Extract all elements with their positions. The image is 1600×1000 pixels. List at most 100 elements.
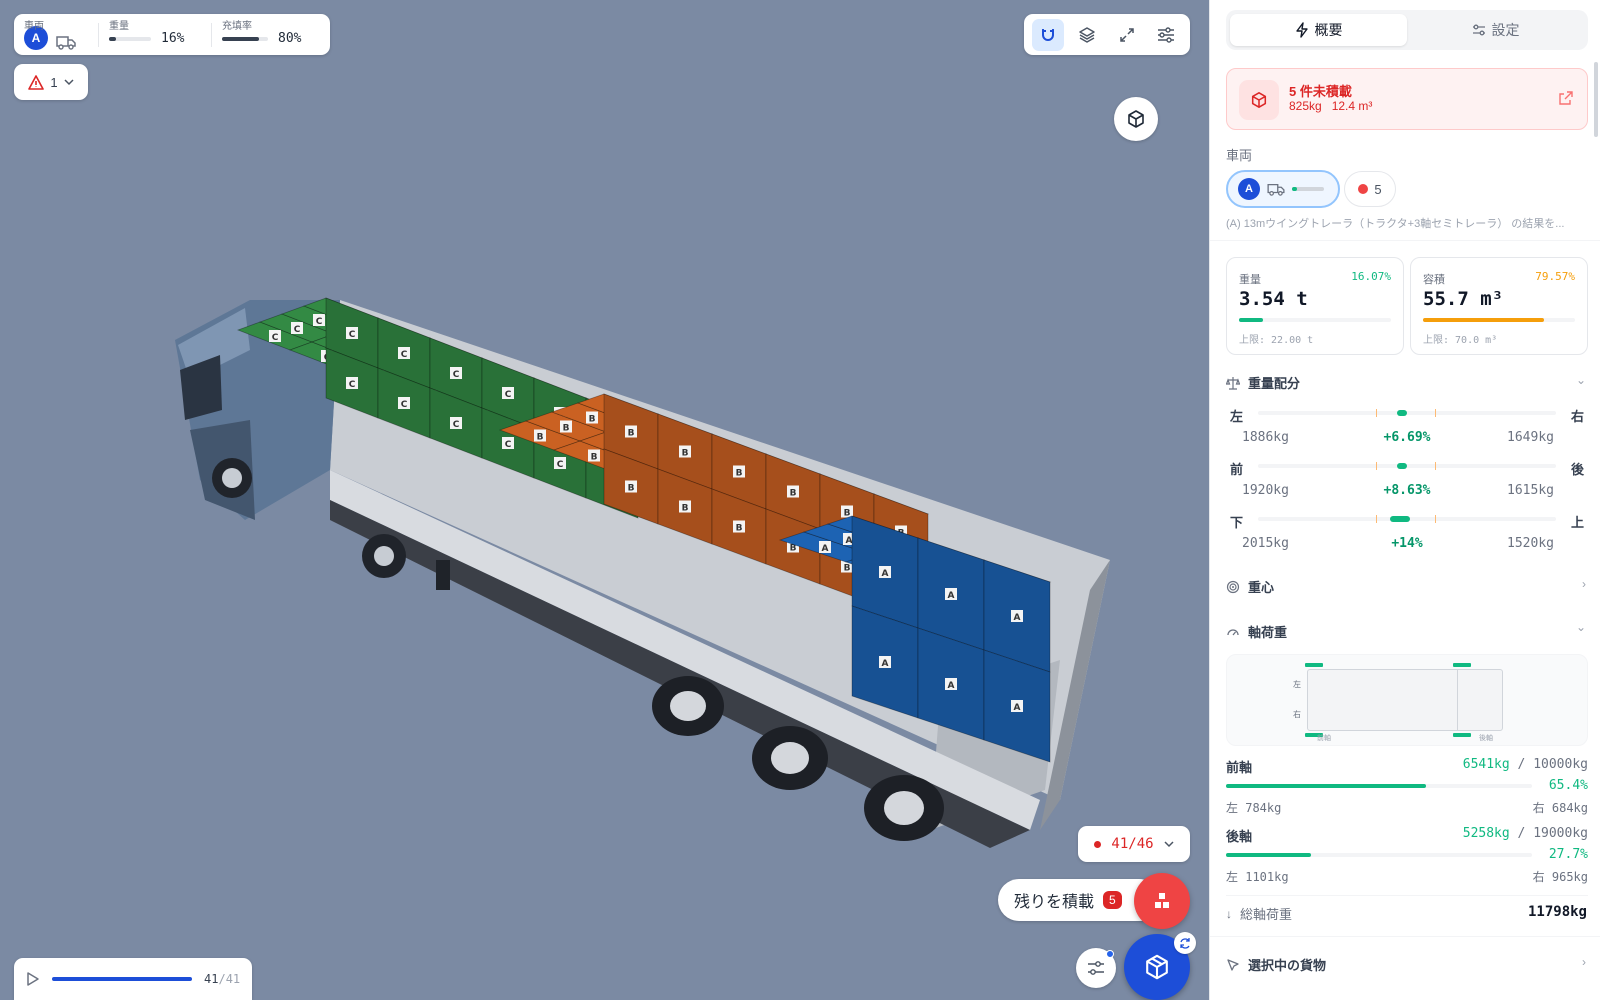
divider bbox=[98, 22, 99, 47]
gauge-icon bbox=[1227, 628, 1239, 635]
loaded-count: 41/46 bbox=[1111, 836, 1154, 852]
external-link-icon[interactable] bbox=[1559, 91, 1573, 105]
wd-indicator bbox=[1390, 516, 1410, 522]
cargo-label-text: B bbox=[682, 449, 689, 459]
cargo-label-text: B bbox=[628, 484, 635, 494]
cargo-label-text: A bbox=[1014, 613, 1021, 623]
front-wheel-hub bbox=[222, 468, 242, 488]
divider bbox=[1226, 895, 1588, 896]
warning-count: 1 bbox=[50, 74, 58, 90]
chevron-down-icon[interactable]: ⌄ bbox=[1576, 620, 1586, 634]
fill-rate-mini-fill bbox=[222, 37, 259, 41]
wd-right-value: 1615kg bbox=[1507, 483, 1554, 498]
view-cube-button[interactable] bbox=[1114, 97, 1158, 141]
weight-stat-percent: 16.07% bbox=[1351, 270, 1391, 283]
chevron-down-icon[interactable]: ⌄ bbox=[1576, 373, 1586, 387]
fill-rate-label: 充填率 bbox=[222, 21, 252, 32]
rear-axle-bar bbox=[1226, 853, 1532, 857]
chevron-right-icon[interactable]: › bbox=[1582, 955, 1586, 969]
axle-diagram: 左 右 前軸 後軸 bbox=[1226, 654, 1588, 746]
filter-active-dot bbox=[1106, 950, 1114, 958]
cargo-label-text: C bbox=[316, 317, 323, 327]
cargo-label-text: B bbox=[628, 429, 635, 439]
cargo-label-text: B bbox=[682, 504, 689, 514]
wd-tick bbox=[1435, 409, 1436, 417]
weight-label: 重量 bbox=[109, 21, 129, 32]
wd-tick bbox=[1435, 515, 1436, 523]
volume-stat-label: 容積 bbox=[1423, 274, 1445, 286]
wd-indicator bbox=[1397, 463, 1407, 469]
warnings-dropdown[interactable]: 1 bbox=[14, 64, 88, 100]
cargo-label-text: C bbox=[294, 325, 301, 335]
volume-stat-value: 55.7 m³ bbox=[1423, 288, 1504, 310]
weight-distribution-header[interactable]: 重量配分 bbox=[1226, 373, 1300, 392]
rear-axle-label: 後軸 bbox=[1226, 829, 1253, 844]
wd-tick bbox=[1376, 409, 1377, 417]
cargo-label-text: B bbox=[591, 453, 598, 463]
wd-indicator bbox=[1397, 410, 1407, 416]
filter-button[interactable] bbox=[1076, 948, 1116, 988]
front-left-wheel-marker bbox=[1305, 663, 1323, 667]
weight-distribution-row: 前 後 1920kg +8.63% 1615kg bbox=[1226, 459, 1588, 509]
weight-distribution-row: 左 右 1886kg +6.69% 1649kg bbox=[1226, 406, 1588, 456]
front-axle-right: 右 684kg bbox=[1532, 801, 1588, 815]
3d-viewport[interactable]: CCCCCCCCCCCCCCCCCCCCCCCCCCCCCCCCCCCCBBBB… bbox=[0, 0, 1209, 1000]
sliders-icon bbox=[1088, 961, 1104, 975]
target-icon bbox=[1226, 580, 1240, 593]
total-axle-label: 総軸荷重 bbox=[1240, 907, 1293, 922]
settings-sliders-button[interactable] bbox=[1150, 19, 1182, 51]
wd-right-value: 1649kg bbox=[1507, 430, 1554, 445]
refresh-badge[interactable] bbox=[1174, 932, 1196, 954]
chevron-right-icon[interactable]: › bbox=[1582, 577, 1586, 591]
playback-total: 41 bbox=[225, 972, 241, 986]
tab-settings-label: 設定 bbox=[1491, 22, 1520, 38]
remaining-count-badge: 5 bbox=[1103, 891, 1122, 909]
refresh-icon bbox=[1180, 938, 1190, 949]
cube-icon bbox=[1128, 110, 1144, 128]
unloaded-alert[interactable]: 5 件未積載 825kg 12.4 m³ bbox=[1226, 68, 1588, 130]
play-icon[interactable] bbox=[24, 971, 40, 987]
wd-track bbox=[1258, 409, 1556, 417]
truck-scene[interactable]: CCCCCCCCCCCCCCCCCCCCCCCCCCCCCCCCCCCCBBBB… bbox=[0, 0, 1209, 1000]
package-alert-icon bbox=[1239, 80, 1279, 120]
cargo-label-text: C bbox=[505, 390, 512, 400]
cargo-label-text: B bbox=[537, 433, 544, 443]
auto-pack-fab[interactable] bbox=[1124, 932, 1196, 1000]
cargo-label-text: B bbox=[736, 469, 743, 479]
panel-scrollbar[interactable] bbox=[1594, 62, 1598, 137]
layers-icon bbox=[1079, 26, 1095, 43]
loaded-count-dropdown[interactable]: 41/46 bbox=[1078, 826, 1190, 862]
divider bbox=[211, 22, 212, 47]
load-remaining-fab[interactable] bbox=[1134, 873, 1190, 929]
cargo-label-text: C bbox=[453, 370, 460, 380]
rear-right-wheel-marker bbox=[1453, 733, 1471, 737]
volume-stat-bar bbox=[1423, 318, 1575, 322]
rear-axle-sep: / bbox=[1517, 826, 1526, 841]
rear-axle-percent: 27.7% bbox=[1548, 847, 1588, 862]
wd-tick bbox=[1376, 462, 1377, 470]
unloaded-volume: 12.4 m³ bbox=[1331, 99, 1373, 113]
cargo-label-text: A bbox=[846, 536, 853, 546]
vehicle-chip-a[interactable]: A bbox=[1226, 170, 1340, 208]
status-dot bbox=[1094, 840, 1102, 848]
tab-overview[interactable]: 概要 bbox=[1230, 14, 1407, 46]
center-of-gravity-header[interactable]: 重心 bbox=[1226, 577, 1274, 596]
unloaded-chip[interactable]: 5 bbox=[1344, 171, 1396, 207]
warning-icon bbox=[28, 74, 45, 90]
playback-slider[interactable] bbox=[52, 977, 192, 981]
fill-rate-percent: 80% bbox=[278, 31, 302, 46]
cargo-label-text: C bbox=[401, 400, 408, 410]
unloaded-title: 5 件未積載 bbox=[1289, 84, 1352, 99]
layers-button[interactable] bbox=[1071, 19, 1103, 51]
selected-cargo-header[interactable]: 選択中の貨物 bbox=[1226, 955, 1326, 974]
cargo-label-text: C bbox=[401, 350, 408, 360]
front-axle-left: 左 784kg bbox=[1226, 801, 1282, 815]
magnet-button[interactable] bbox=[1031, 18, 1064, 51]
axle-load-header[interactable]: 軸荷重 bbox=[1226, 622, 1287, 641]
volume-stat-card: 容積 79.57% 55.7 m³ 上限: 70.0 m³ bbox=[1410, 257, 1588, 355]
expand-button[interactable] bbox=[1111, 19, 1143, 51]
vehicle-section-label: 車両 bbox=[1226, 148, 1253, 163]
cargo-label-text: B bbox=[736, 524, 743, 534]
chevron-down-icon bbox=[64, 79, 74, 86]
tab-settings[interactable]: 設定 bbox=[1407, 14, 1584, 46]
